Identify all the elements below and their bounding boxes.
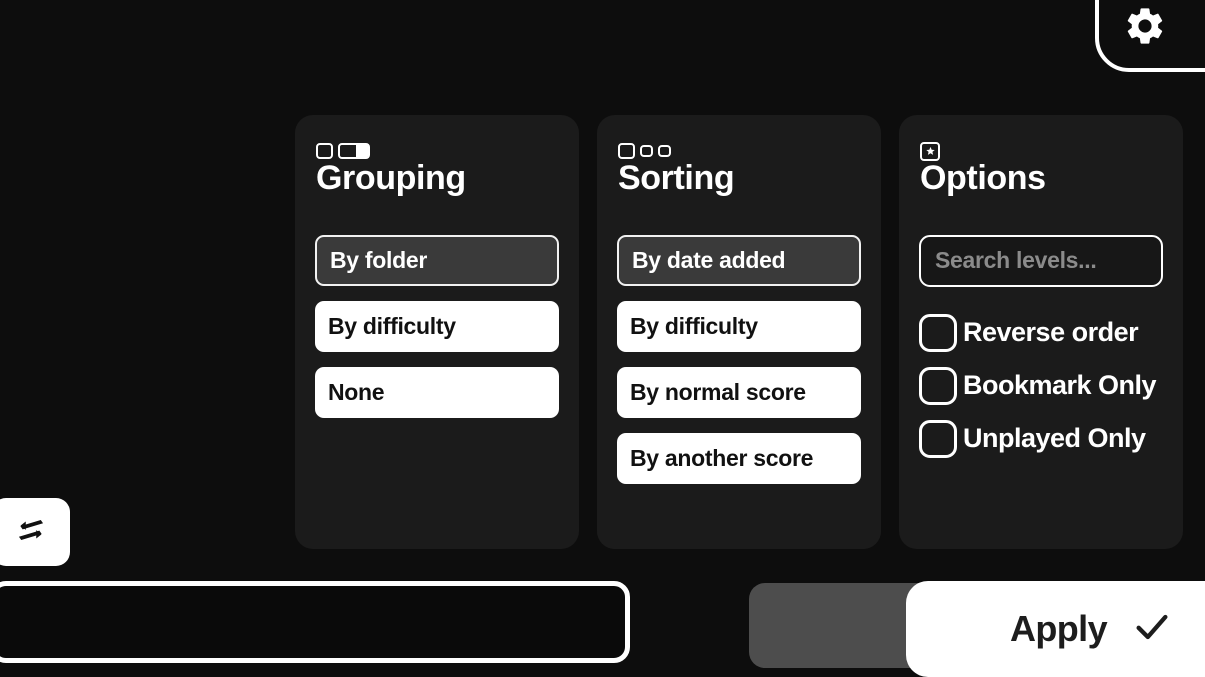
checkmark-icon — [1129, 607, 1175, 652]
search-placeholder: Search levels... — [935, 247, 1097, 274]
sorting-option-by-normal-score[interactable]: By normal score — [617, 366, 861, 418]
settings-button[interactable] — [1121, 4, 1169, 52]
option-label: By folder — [330, 246, 427, 273]
settings-cards: Grouping By folder By difficulty None So… — [295, 115, 1185, 549]
swap-button[interactable] — [0, 498, 70, 566]
checkbox-label: Bookmark Only — [963, 370, 1157, 401]
checkbox-reverse-order[interactable] — [919, 313, 957, 352]
checkbox-bookmark-only[interactable] — [919, 366, 957, 405]
grouping-option-by-difficulty[interactable]: By difficulty — [315, 300, 559, 352]
grouping-icon — [316, 142, 559, 160]
checkbox-label: Unplayed Only — [963, 423, 1146, 454]
checkbox-label: Reverse order — [963, 317, 1139, 348]
sorting-option-by-difficulty[interactable]: By difficulty — [617, 300, 861, 352]
grouping-option-list: By folder By difficulty None — [315, 234, 559, 418]
card-options: Options Search levels... Reverse order B… — [899, 115, 1183, 549]
option-label: By difficulty — [328, 312, 456, 339]
option-label: By difficulty — [630, 312, 758, 339]
card-sorting: Sorting By date added By difficulty By n… — [597, 115, 881, 549]
sorting-option-by-another-score[interactable]: By another score — [617, 432, 861, 484]
gear-icon — [1123, 4, 1167, 53]
option-label: By another score — [630, 444, 814, 471]
scroll-fade — [597, 503, 881, 549]
checkbox-row-reverse-order[interactable]: Reverse order — [919, 313, 1163, 353]
grouping-option-by-folder[interactable]: By folder — [315, 234, 559, 286]
sorting-option-by-date-added[interactable]: By date added — [617, 234, 861, 286]
options-star-icon — [920, 141, 1163, 161]
checkbox-row-unplayed-only[interactable]: Unplayed Only — [919, 419, 1163, 459]
option-label: By date added — [632, 246, 786, 273]
apply-button[interactable]: Apply — [906, 581, 1205, 677]
option-label: None — [328, 378, 385, 405]
sorting-icon — [618, 142, 861, 160]
card-title-sorting: Sorting — [618, 159, 735, 197]
option-label: By normal score — [630, 378, 806, 405]
checkbox-unplayed-only[interactable] — [919, 419, 957, 458]
card-grouping: Grouping By folder By difficulty None — [295, 115, 579, 549]
bottom-toolbar-panel — [0, 581, 630, 663]
card-title-grouping: Grouping — [316, 159, 466, 197]
checkbox-row-bookmark-only[interactable]: Bookmark Only — [919, 366, 1163, 406]
options-checkbox-list: Reverse order Bookmark Only Unplayed Onl… — [919, 313, 1163, 459]
grouping-option-none[interactable]: None — [315, 366, 559, 418]
sorting-option-list: By date added By difficulty By normal sc… — [617, 234, 861, 484]
apply-label: Apply — [1010, 608, 1108, 649]
swap-arrows-icon — [14, 513, 48, 552]
settings-panel — [1095, 0, 1205, 72]
search-levels-input[interactable]: Search levels... — [919, 234, 1163, 287]
card-title-options: Options — [920, 159, 1046, 197]
